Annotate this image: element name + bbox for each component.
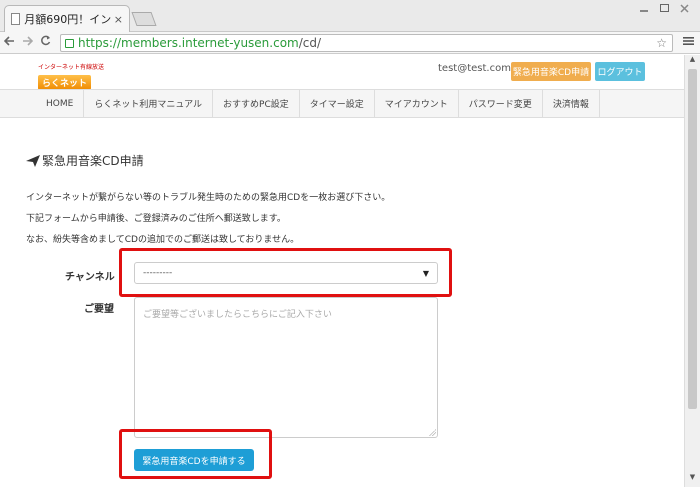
close-window-icon[interactable]	[674, 0, 694, 16]
description-line-2: 下記フォームから申請後、ご登録済みのご住所へ郵送致します。	[26, 214, 286, 224]
site-header: インターネット有線放送 らくネット http://www.internet-yu…	[0, 55, 684, 95]
nav-item-payment[interactable]: 決済情報	[543, 90, 600, 117]
nav-item-manual[interactable]: らくネット利用マニュアル	[84, 90, 214, 117]
nav-item-my-account[interactable]: マイアカウント	[375, 90, 459, 117]
user-email: test@test.com	[438, 63, 511, 74]
scroll-down-icon[interactable]: ▼	[685, 473, 700, 485]
main-nav: HOME らくネット利用マニュアル おすすめPC設定 タイマー設定 マイアカウン…	[0, 89, 684, 118]
arrow-right-icon[interactable]	[18, 35, 36, 50]
logout-button[interactable]: ログアウト	[595, 62, 645, 81]
browser-tab-bar: 月額690円！インターネ ×	[0, 0, 700, 32]
tab-title: 月額690円！インターネ	[24, 13, 112, 26]
minimize-icon[interactable]	[634, 0, 654, 16]
arrow-left-icon[interactable]	[0, 35, 18, 50]
site-logo[interactable]: インターネット有線放送 らくネット http://www.internet-yu…	[38, 62, 105, 95]
description-line-3: なお、紛失等含めましてCDの追加でのご郵送は致しておりません。	[26, 235, 300, 245]
lock-icon	[65, 38, 74, 48]
logo-badge: らくネット	[38, 75, 92, 90]
window-controls	[634, 0, 694, 16]
request-textarea[interactable]: ご要望等ございましたらこちらにご記入下さい	[134, 297, 438, 438]
browser-toolbar: https://members.internet-yusen.com/cd/ ☆	[0, 32, 700, 54]
nav-item-home[interactable]: HOME	[36, 90, 85, 117]
new-tab-button[interactable]	[131, 12, 157, 26]
tab-close-icon[interactable]: ×	[114, 13, 123, 26]
hamburger-menu-icon[interactable]	[683, 35, 694, 50]
logo-tagline: インターネット有線放送	[38, 64, 105, 71]
browser-tab[interactable]: 月額690円！インターネ ×	[4, 5, 130, 32]
star-icon[interactable]: ☆	[656, 36, 667, 50]
nav-item-pc-settings[interactable]: おすすめPC設定	[213, 90, 300, 117]
scrollbar-thumb[interactable]	[688, 69, 697, 409]
channel-label: チャンネル	[65, 272, 115, 283]
address-bar[interactable]: https://members.internet-yusen.com/cd/ ☆	[60, 34, 673, 52]
nav-item-timer[interactable]: タイマー設定	[300, 90, 375, 117]
highlight-box-submit	[119, 429, 272, 479]
description-line-1: インターネットが繋がらない等のトラブル発生時のための緊急用CDを一枚お選び下さい…	[26, 193, 391, 203]
page-title-text: 緊急用音楽CD申請	[42, 154, 144, 168]
maximize-icon[interactable]	[654, 0, 674, 16]
highlight-box-channel	[119, 248, 452, 297]
page-scrollbar[interactable]: ▲ ▼	[684, 55, 700, 487]
reload-icon[interactable]	[36, 35, 54, 50]
scroll-up-icon[interactable]: ▲	[685, 55, 700, 67]
page-title: 緊急用音楽CD申請	[26, 152, 144, 169]
nav-item-password[interactable]: パスワード変更	[459, 90, 543, 117]
url-text: https://members.internet-yusen.com/cd/	[78, 36, 322, 50]
request-placeholder: ご要望等ございましたらこちらにご記入下さい	[143, 310, 332, 320]
paper-plane-icon	[26, 154, 40, 167]
emergency-cd-button[interactable]: 緊急用音楽CD申請	[511, 62, 591, 81]
request-label: ご要望	[84, 304, 114, 315]
resize-handle-icon[interactable]	[429, 429, 436, 436]
page-favicon-icon	[11, 13, 21, 25]
